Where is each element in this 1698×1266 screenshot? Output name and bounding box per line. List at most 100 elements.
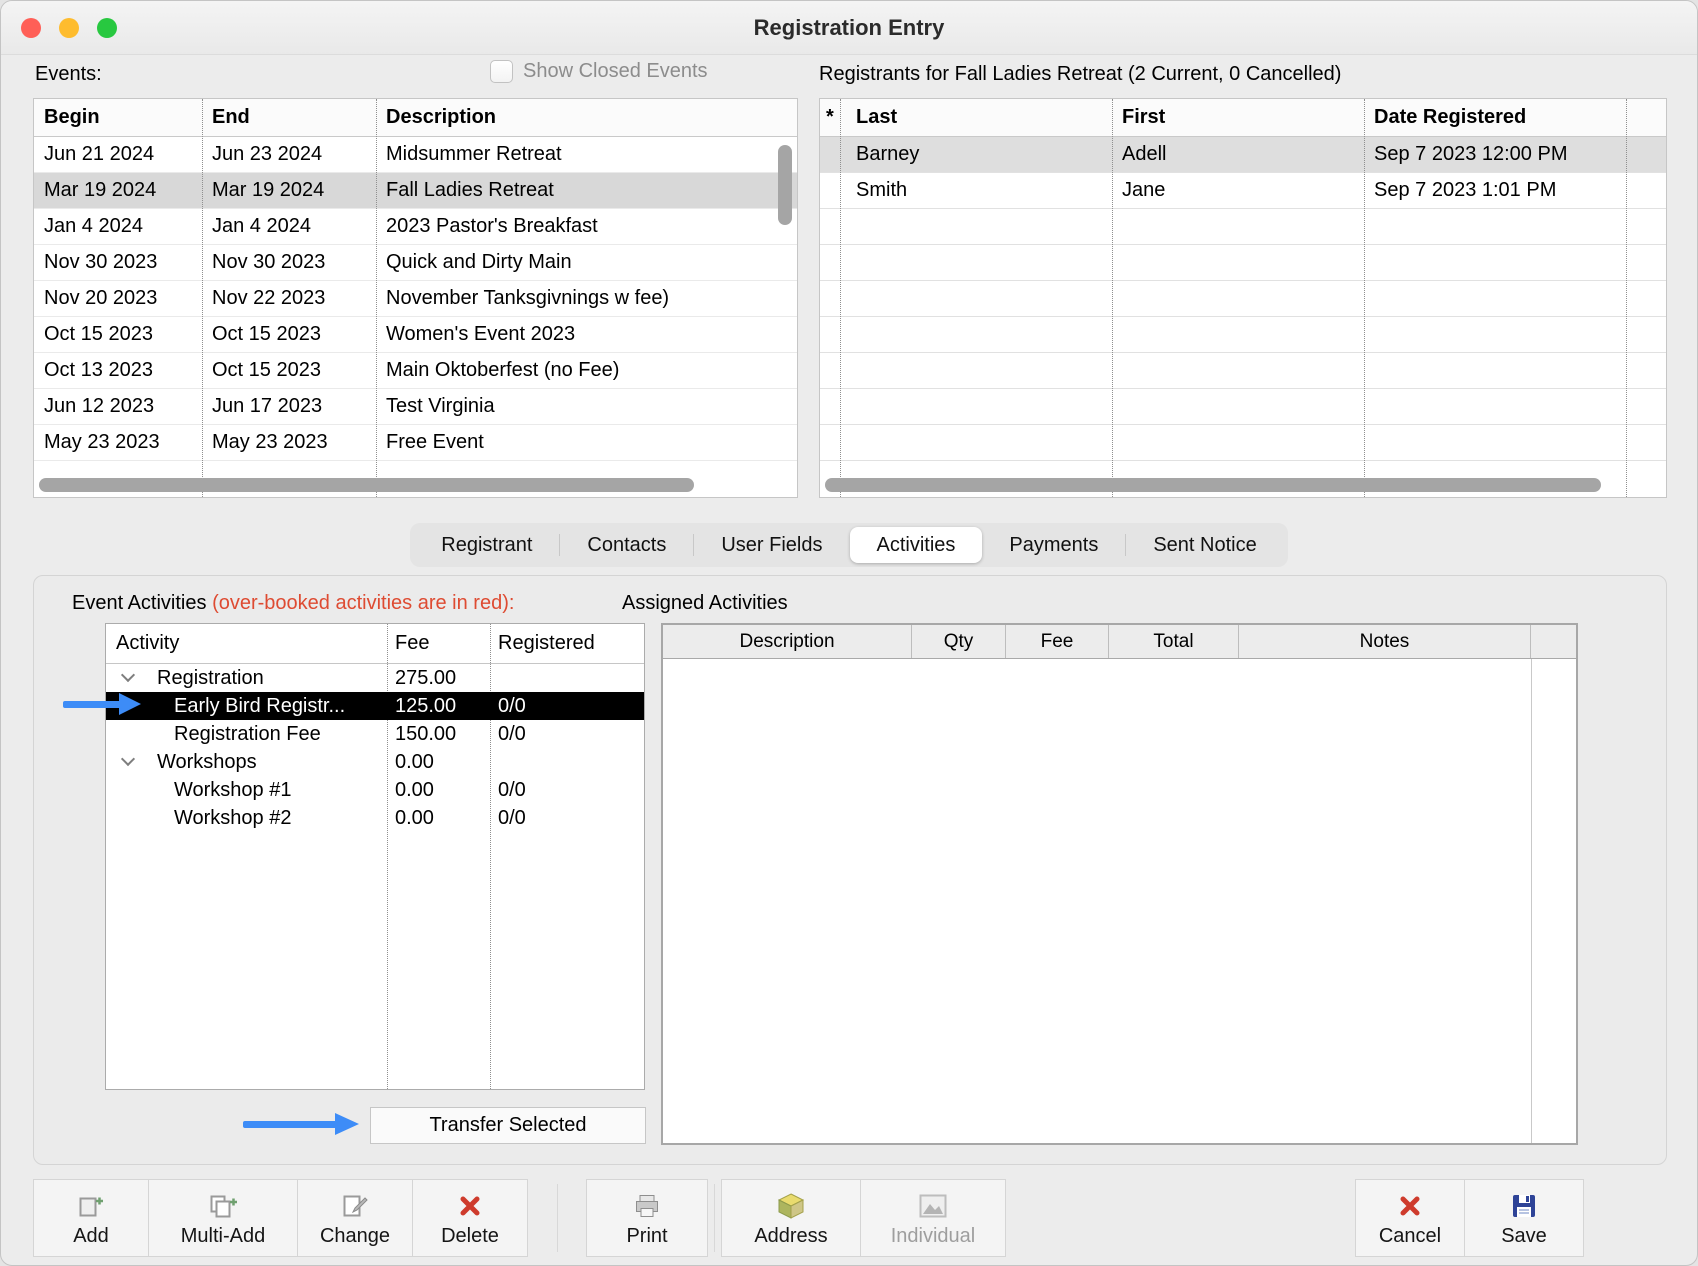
- events-table: Begin End Description Jun 21 2024 Jun 23…: [33, 98, 798, 498]
- save-button-label: Save: [1501, 1226, 1547, 1246]
- show-closed-events-checkbox[interactable]: Show Closed Events: [490, 60, 708, 83]
- checkbox-icon[interactable]: [490, 60, 513, 83]
- tab-payments[interactable]: Payments: [982, 527, 1125, 563]
- event-row[interactable]: Oct 15 2023 Oct 15 2023 Women's Event 20…: [34, 317, 797, 353]
- zoom-window-button[interactable]: [97, 18, 117, 38]
- registrants-column-last[interactable]: Last: [840, 106, 1112, 129]
- activities-table-header: Activity Fee Registered: [106, 624, 644, 664]
- assigned-activities-table: Description Qty Fee Total Notes: [661, 623, 1578, 1145]
- registrant-empty-row: [820, 281, 1666, 317]
- event-begin: Mar 19 2024: [34, 179, 202, 202]
- save-button[interactable]: Save: [1464, 1179, 1584, 1257]
- column-separator: [1626, 99, 1627, 497]
- tab-contacts[interactable]: Contacts: [560, 527, 693, 563]
- activity-fee: 150.00: [387, 723, 490, 746]
- transfer-button-arrow-icon: [243, 1111, 359, 1137]
- registrants-column-star[interactable]: *: [820, 106, 840, 129]
- activity-name: Registration: [157, 667, 264, 690]
- events-column-end[interactable]: End: [202, 106, 376, 129]
- individual-button-label: Individual: [891, 1226, 976, 1246]
- change-button[interactable]: Change: [297, 1179, 413, 1257]
- activity-registered: 0/0: [490, 807, 644, 830]
- overbooked-note: (over-booked activities are in red):: [212, 592, 514, 614]
- event-row[interactable]: Jan 4 2024 Jan 4 2024 2023 Pastor's Brea…: [34, 209, 797, 245]
- column-separator: [376, 99, 377, 497]
- delete-button[interactable]: Delete: [412, 1179, 528, 1257]
- assigned-table-header: Description Qty Fee Total Notes: [663, 625, 1576, 659]
- window-title: Registration Entry: [1, 1, 1697, 55]
- print-icon: [633, 1191, 661, 1221]
- events-column-begin[interactable]: Begin: [34, 106, 202, 129]
- event-row[interactable]: Jun 21 2024 Jun 23 2024 Midsummer Retrea…: [34, 137, 797, 173]
- registrant-row-selected[interactable]: Barney Adell Sep 7 2023 12:00 PM: [820, 137, 1666, 173]
- tab-registrant[interactable]: Registrant: [414, 527, 559, 563]
- event-row[interactable]: Nov 30 2023 Nov 30 2023 Quick and Dirty …: [34, 245, 797, 281]
- horizontal-scrollbar-thumb[interactable]: [825, 478, 1601, 492]
- event-description: Free Event: [376, 431, 797, 454]
- registrants-column-date[interactable]: Date Registered: [1364, 106, 1666, 129]
- tab-activities[interactable]: Activities: [850, 527, 983, 563]
- assigned-column-fee: Fee: [1006, 625, 1109, 658]
- registrants-column-first[interactable]: First: [1112, 106, 1364, 129]
- cancel-icon: [1396, 1191, 1424, 1221]
- print-button[interactable]: Print: [586, 1179, 708, 1257]
- assigned-scrollbar-gutter: [1531, 625, 1576, 658]
- event-row-selected[interactable]: Mar 19 2024 Mar 19 2024 Fall Ladies Retr…: [34, 173, 797, 209]
- activity-group-row[interactable]: Workshops 0.00: [106, 748, 644, 776]
- activity-group-row[interactable]: Registration 275.00: [106, 664, 644, 692]
- add-icon: [77, 1191, 105, 1221]
- activities-column-fee: Fee: [387, 632, 490, 655]
- minimize-window-button[interactable]: [59, 18, 79, 38]
- activity-row[interactable]: Registration Fee 150.00 0/0: [106, 720, 644, 748]
- event-row[interactable]: Oct 13 2023 Oct 15 2023 Main Oktoberfest…: [34, 353, 797, 389]
- registrants-title: Registrants for Fall Ladies Retreat (2 C…: [819, 63, 1341, 86]
- activity-row[interactable]: Workshop #1 0.00 0/0: [106, 776, 644, 804]
- footer-separator: [714, 1184, 715, 1252]
- tab-sent-notice[interactable]: Sent Notice: [1126, 527, 1283, 563]
- activity-fee: 0.00: [387, 751, 490, 774]
- event-description: 2023 Pastor's Breakfast: [376, 215, 797, 238]
- chevron-down-icon[interactable]: [121, 668, 135, 682]
- tab-user-fields[interactable]: User Fields: [694, 527, 849, 563]
- activity-name: Workshop #2: [174, 807, 291, 830]
- vertical-scrollbar-thumb[interactable]: [778, 145, 792, 225]
- registrant-empty-row: [820, 209, 1666, 245]
- event-row[interactable]: Jun 12 2023 Jun 17 2023 Test Virginia: [34, 389, 797, 425]
- event-begin: Oct 15 2023: [34, 323, 202, 346]
- event-end: Oct 15 2023: [202, 359, 376, 382]
- activity-registered: 0/0: [490, 723, 644, 746]
- transfer-selected-button[interactable]: Transfer Selected: [370, 1107, 646, 1144]
- activity-fee: 275.00: [387, 667, 490, 690]
- event-row[interactable]: Nov 20 2023 Nov 22 2023 November Tanksgi…: [34, 281, 797, 317]
- activity-row[interactable]: Workshop #2 0.00 0/0: [106, 804, 644, 832]
- event-description: Women's Event 2023: [376, 323, 797, 346]
- activities-column-activity: Activity: [106, 632, 387, 655]
- event-description: Midsummer Retreat: [376, 143, 797, 166]
- scrollbar-track-line: [1531, 659, 1532, 1143]
- activity-name: Early Bird Registr...: [174, 695, 345, 718]
- multi-add-button[interactable]: Multi-Add: [148, 1179, 298, 1257]
- activity-name: Workshops: [157, 751, 257, 774]
- multi-add-button-label: Multi-Add: [181, 1226, 265, 1246]
- change-icon: [341, 1191, 369, 1221]
- close-window-button[interactable]: [21, 18, 41, 38]
- registrant-last: Smith: [840, 179, 1112, 202]
- cancel-button[interactable]: Cancel: [1355, 1179, 1465, 1257]
- add-button[interactable]: Add: [33, 1179, 149, 1257]
- delete-icon: [456, 1191, 484, 1221]
- multi-add-icon: [208, 1191, 238, 1221]
- registrant-row[interactable]: Smith Jane Sep 7 2023 1:01 PM: [820, 173, 1666, 209]
- chevron-down-icon[interactable]: [121, 752, 135, 766]
- event-row[interactable]: May 23 2023 May 23 2023 Free Event: [34, 425, 797, 461]
- event-end: Nov 22 2023: [202, 287, 376, 310]
- column-separator: [840, 99, 841, 497]
- assigned-column-total: Total: [1109, 625, 1239, 658]
- individual-button[interactable]: Individual: [860, 1179, 1006, 1257]
- assigned-column-notes: Notes: [1239, 625, 1531, 658]
- events-column-description[interactable]: Description: [376, 106, 797, 129]
- event-description: Quick and Dirty Main: [376, 251, 797, 274]
- address-button[interactable]: Address: [721, 1179, 861, 1257]
- horizontal-scrollbar-thumb[interactable]: [39, 478, 694, 492]
- activity-row-selected[interactable]: Early Bird Registr... 125.00 0/0: [106, 692, 644, 720]
- event-activities-heading: Event Activities (over-booked activities…: [72, 592, 514, 615]
